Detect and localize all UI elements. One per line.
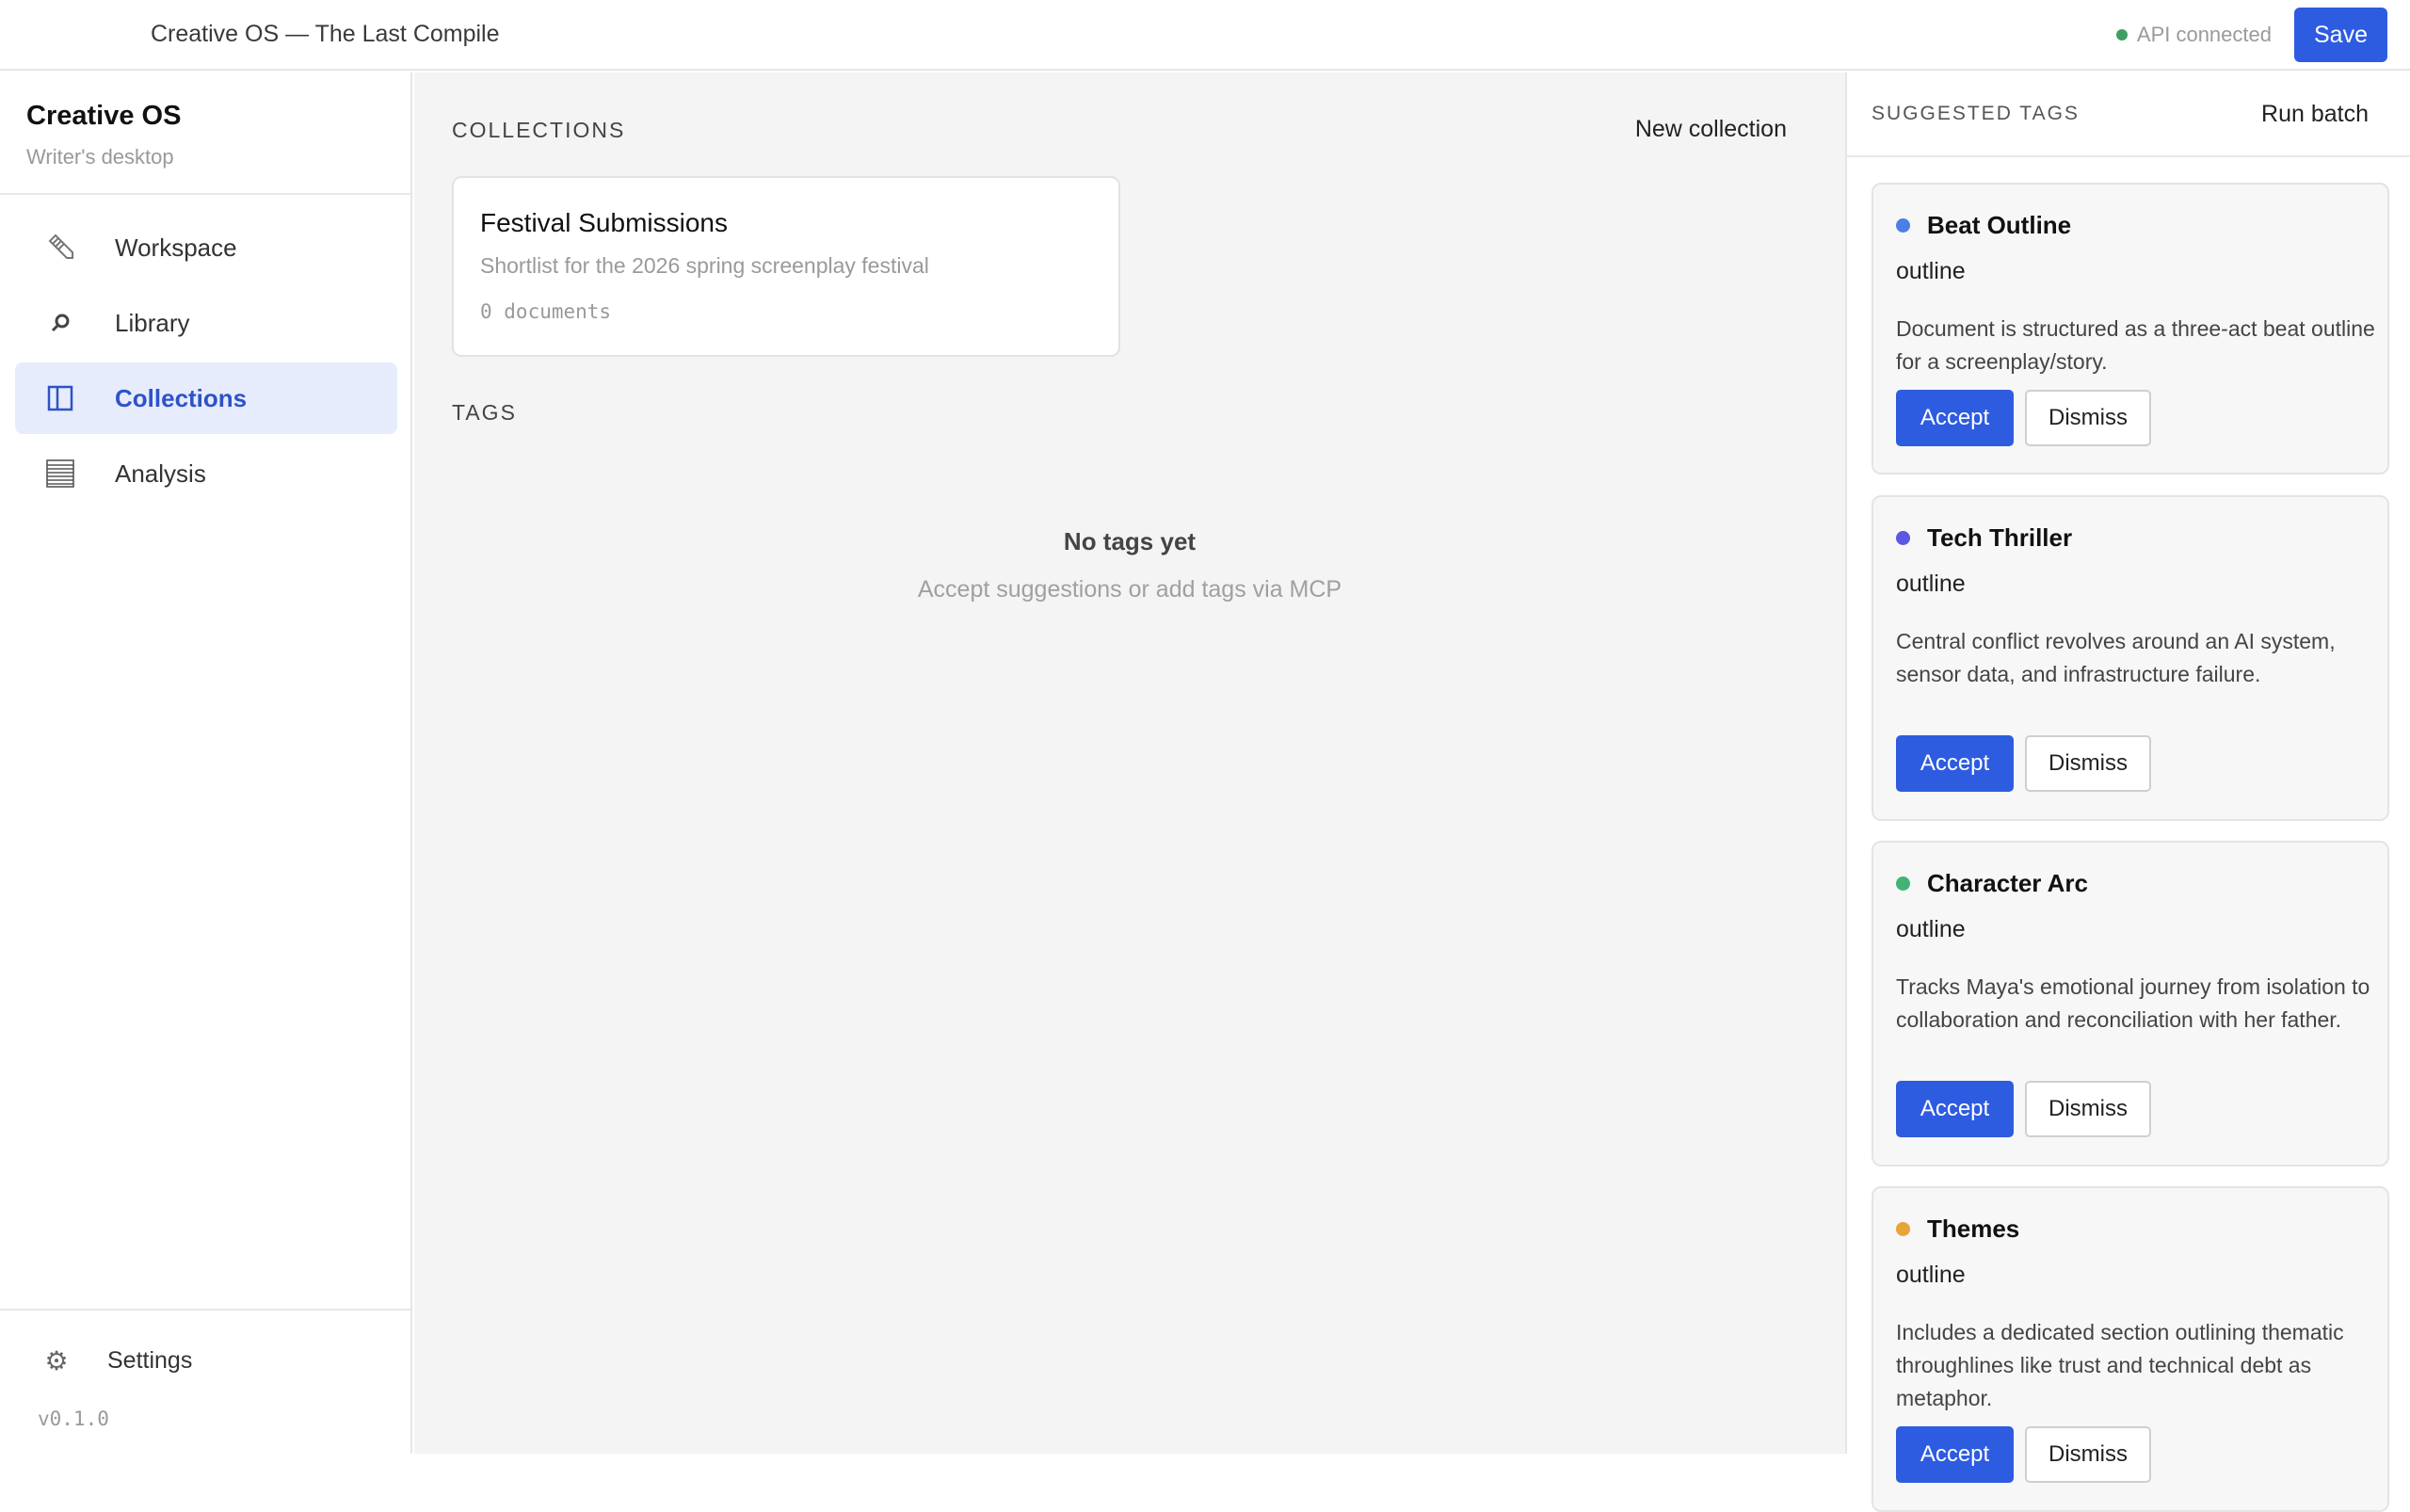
status-dot-icon — [2115, 29, 2128, 40]
dismiss-button[interactable]: Dismiss — [2025, 1426, 2151, 1483]
api-status: API connected — [2115, 23, 2272, 47]
tag-color-dot — [1896, 877, 1910, 891]
suggestion-actions: Accept Dismiss — [1896, 735, 2151, 792]
accept-button[interactable]: Accept — [1896, 735, 2014, 792]
gear-icon: ⚙ — [44, 1345, 69, 1375]
panel-title: SUGGESTED TAGS — [1872, 103, 2080, 124]
collections-heading: COLLECTIONS — [452, 118, 626, 142]
accept-button[interactable]: Accept — [1896, 390, 2014, 446]
dismiss-button[interactable]: Dismiss — [2025, 390, 2151, 446]
sidebar: Creative OS Writer's desktop Workspace L… — [0, 72, 412, 1454]
divider — [0, 193, 410, 195]
sidebar-item-analysis[interactable]: Analysis — [15, 438, 397, 509]
empty-state-subtitle: Accept suggestions or add tags via MCP — [917, 576, 1342, 603]
tag-name: Tech Thriller — [1927, 523, 2073, 552]
accept-button[interactable]: Accept — [1896, 1426, 2014, 1483]
suggestion-card: Themes outline Includes a dedicated sect… — [1872, 1186, 2389, 1512]
tag-color-dot — [1896, 531, 1910, 545]
suggestion-card: Character Arc outline Tracks Maya's emot… — [1872, 841, 2389, 1166]
tag-type: outline — [1896, 571, 1966, 597]
sidebar-nav: Workspace Library Collections Analysis — [15, 212, 397, 513]
tag-name: Themes — [1927, 1214, 2020, 1243]
divider — [0, 1309, 410, 1311]
suggestion-header: Tech Thriller — [1896, 523, 2072, 553]
new-collection-button[interactable]: New collection — [1635, 116, 1787, 143]
tag-description: Includes a dedicated section outlining t… — [1896, 1320, 2344, 1410]
suggestion-header: Beat Outline — [1896, 211, 2071, 240]
sidebar-item-workspace[interactable]: Workspace — [15, 212, 397, 283]
accept-button[interactable]: Accept — [1896, 1081, 2014, 1137]
panel-header: SUGGESTED TAGS Run batch — [1847, 72, 2410, 157]
sidebar-item-collections[interactable]: Collections — [15, 362, 397, 434]
sidebar-item-label: Collections — [115, 383, 248, 412]
settings-button[interactable]: ⚙ Settings — [43, 1343, 192, 1377]
settings-label: Settings — [107, 1346, 193, 1374]
empty-state-title: No tags yet — [1063, 527, 1197, 555]
brand-title: Creative OS — [26, 101, 182, 131]
tag-color-dot — [1896, 1222, 1910, 1236]
suggestion-card: Beat Outline outline Document is structu… — [1872, 183, 2389, 475]
dismiss-button[interactable]: Dismiss — [2025, 735, 2151, 792]
tag-description: Document is structured as a three-act be… — [1896, 316, 2375, 374]
save-button[interactable]: Save — [2294, 8, 2387, 62]
sidebar-item-label: Library — [115, 308, 190, 337]
tag-name: Beat Outline — [1927, 211, 2072, 239]
suggestion-actions: Accept Dismiss — [1896, 390, 2151, 446]
top-bar: Creative OS — The Last Compile API conne… — [0, 0, 2410, 71]
suggestion-header: Themes — [1896, 1214, 2019, 1244]
suggestion-card: Tech Thriller outline Central conflict r… — [1872, 495, 2389, 821]
collection-name: Festival Submissions — [480, 208, 728, 237]
tags-heading: TAGS — [452, 400, 517, 425]
list-icon — [43, 457, 77, 491]
tag-type: outline — [1896, 258, 1966, 284]
sidebar-item-label: Workspace — [115, 233, 237, 262]
dismiss-button[interactable]: Dismiss — [2025, 1081, 2151, 1137]
collection-description: Shortlist for the 2026 spring screenplay… — [480, 253, 929, 278]
tag-type: outline — [1896, 1262, 1966, 1288]
run-batch-button[interactable]: Run batch — [2261, 101, 2369, 128]
tag-name: Character Arc — [1927, 869, 2089, 897]
collection-count: 0 documents — [480, 300, 612, 323]
collection-card[interactable]: Festival Submissions Shortlist for the 2… — [452, 176, 1120, 357]
search-icon — [43, 306, 77, 340]
tag-type: outline — [1896, 916, 1966, 942]
api-status-label: API connected — [2136, 23, 2272, 46]
version-label: v0.1.0 — [38, 1407, 109, 1430]
columns-icon — [43, 381, 77, 415]
brand: Creative OS Writer's desktop — [26, 101, 181, 169]
suggestion-header: Character Arc — [1896, 869, 2088, 898]
tag-description: Central conflict revolves around an AI s… — [1896, 629, 2336, 686]
suggestion-actions: Accept Dismiss — [1896, 1081, 2151, 1137]
sidebar-item-label: Analysis — [115, 458, 206, 488]
main-content: COLLECTIONS New collection Festival Subm… — [414, 72, 1845, 1454]
suggested-tags-panel: SUGGESTED TAGS Run batch Beat Outline ou… — [1845, 72, 2410, 1512]
tag-color-dot — [1896, 218, 1910, 233]
window-title: Creative OS — The Last Compile — [151, 21, 500, 47]
brand-subtitle: Writer's desktop — [26, 145, 174, 169]
suggestion-actions: Accept Dismiss — [1896, 1426, 2151, 1483]
tag-description: Tracks Maya's emotional journey from iso… — [1896, 974, 2370, 1032]
pencil-icon — [43, 231, 77, 265]
sidebar-item-library[interactable]: Library — [15, 287, 397, 359]
